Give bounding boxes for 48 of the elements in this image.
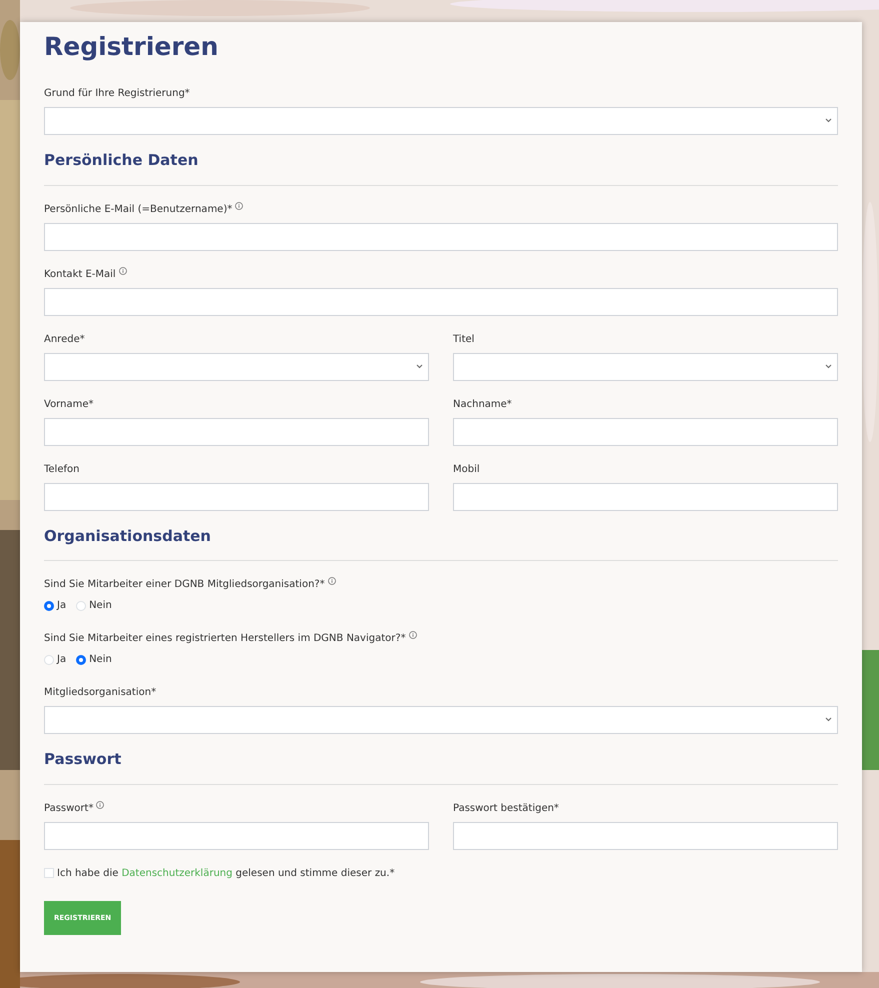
field-label: Persönliche E-Mail (=Benutzername)* bbox=[44, 204, 232, 216]
caret-icon bbox=[825, 717, 832, 722]
info-icon[interactable] bbox=[96, 800, 104, 808]
select-field[interactable] bbox=[44, 352, 429, 380]
field-label: Vorname* bbox=[44, 398, 94, 410]
input-field[interactable] bbox=[44, 418, 429, 446]
select-field[interactable] bbox=[44, 107, 838, 135]
input-field[interactable] bbox=[44, 288, 838, 316]
section-heading: Persönliche Daten bbox=[44, 151, 200, 170]
caret-icon bbox=[825, 364, 832, 368]
field-label: Passwort bestätigen* bbox=[453, 802, 559, 814]
field-label: Mitgliedsorganisation* bbox=[44, 687, 156, 699]
input-field[interactable] bbox=[44, 222, 838, 250]
caret-icon bbox=[825, 118, 832, 123]
section-heading: Passwort bbox=[44, 750, 122, 770]
info-icon[interactable] bbox=[328, 577, 336, 585]
field-label: Mobil bbox=[453, 464, 480, 476]
question-label: Sind Sie Mitarbeiter eines registrierten Herstellers im DGNB Navigator?* bbox=[44, 633, 406, 645]
field-label: Grund für Ihre Registrierung* bbox=[44, 88, 190, 100]
select-field[interactable] bbox=[44, 706, 838, 734]
field-label: Passwort* bbox=[44, 802, 94, 814]
info-icon[interactable] bbox=[408, 631, 417, 639]
page-title: Registrieren bbox=[44, 32, 220, 62]
input-field[interactable] bbox=[44, 482, 429, 510]
radio-label: Ja bbox=[57, 599, 66, 613]
field-label: Kontakt E-Mail bbox=[44, 268, 116, 280]
checkbox[interactable] bbox=[44, 868, 54, 878]
info-icon[interactable] bbox=[118, 266, 127, 274]
privacy-link[interactable]: Datenschutzerklärung bbox=[122, 868, 232, 878]
caret-icon bbox=[416, 364, 423, 368]
input-field[interactable] bbox=[453, 482, 838, 510]
radio-label: Nein bbox=[89, 653, 112, 667]
section-heading: Organisationsdaten bbox=[44, 526, 212, 546]
radio-button[interactable] bbox=[44, 600, 54, 610]
consent-text: Ich habe die Datenschutzerklärung gelesen und stimme dieser zu.* bbox=[57, 866, 395, 880]
select-field[interactable] bbox=[453, 352, 838, 380]
radio-button[interactable] bbox=[76, 654, 86, 664]
field-label: Anrede* bbox=[44, 334, 85, 346]
radio-label: Nein bbox=[89, 599, 112, 613]
info-icon[interactable] bbox=[235, 202, 244, 210]
input-field[interactable] bbox=[453, 418, 838, 446]
radio-label: Ja bbox=[57, 653, 66, 667]
input-field[interactable] bbox=[44, 822, 429, 850]
field-label: Telefon bbox=[44, 464, 80, 476]
field-label: Titel bbox=[453, 334, 474, 346]
input-field[interactable] bbox=[453, 822, 838, 850]
field-label: Nachname* bbox=[453, 398, 512, 410]
question-label: Sind Sie Mitarbeiter einer DGNB Mitgliedsorganisation?* bbox=[44, 579, 325, 591]
